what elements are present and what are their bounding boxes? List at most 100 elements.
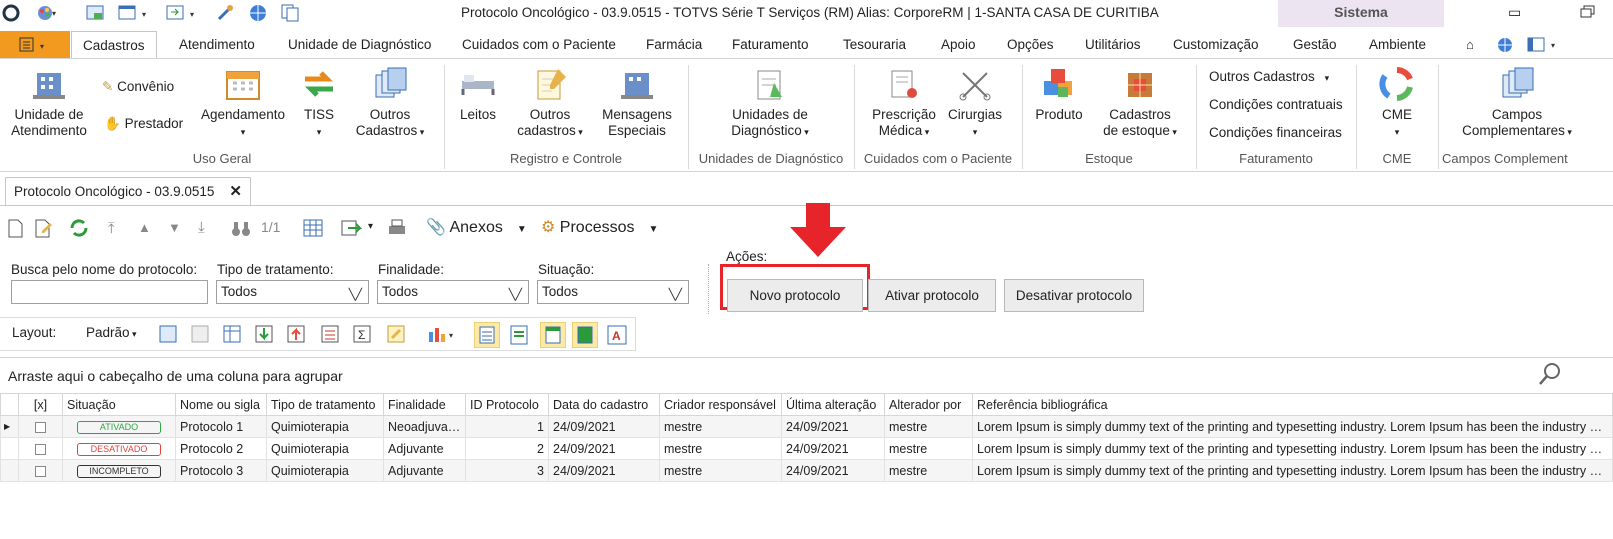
- condicoes-contratuais-button[interactable]: Condições contratuais: [1209, 97, 1343, 112]
- cirurgias-button[interactable]: Cirurgias ▾: [944, 67, 1006, 140]
- first-record-icon[interactable]: ⤒: [108, 220, 115, 237]
- cme-button[interactable]: CME ▾: [1366, 67, 1428, 140]
- desativar-protocolo-button[interactable]: Desativar protocolo: [1004, 279, 1144, 312]
- next-record-icon[interactable]: ▼: [168, 220, 181, 235]
- save-layout-icon[interactable]: [158, 324, 178, 344]
- tab-farmacia[interactable]: Farmácia: [646, 31, 702, 59]
- table-row[interactable]: INCOMPLETO Protocolo 3 Quimioterapia Adj…: [0, 459, 1613, 482]
- produto-button[interactable]: Produto: [1030, 67, 1088, 123]
- application-menu-button[interactable]: ▾: [0, 31, 70, 59]
- window-options-icon[interactable]: ▾: [1527, 37, 1561, 53]
- binoculars-icon[interactable]: [230, 217, 252, 239]
- outros-cadastros-menu[interactable]: Outros Cadastros ▾: [1209, 69, 1329, 84]
- refresh-icon[interactable]: [68, 217, 90, 239]
- anexos-button[interactable]: 📎 Anexos ▼: [426, 217, 527, 237]
- tab-atendimento[interactable]: Atendimento: [179, 31, 255, 59]
- outros-cadastros2-button[interactable]: Outros cadastros ▾: [510, 67, 590, 140]
- tab-cadastros[interactable]: Cadastros: [71, 31, 157, 59]
- tab-utilitarios[interactable]: Utilitários: [1085, 31, 1141, 59]
- palette-icon[interactable]: ▾: [36, 4, 58, 22]
- export-dropdown-icon[interactable]: ▾: [368, 221, 373, 232]
- campos-complementares-button[interactable]: Campos Complementares ▾: [1456, 67, 1578, 140]
- cadastros-estoque-button[interactable]: Cadastros de estoque ▾: [1096, 67, 1184, 140]
- tab-opcoes[interactable]: Opções: [1007, 31, 1054, 59]
- grid-lines-toggle-icon[interactable]: [474, 322, 500, 348]
- filter-rows-icon[interactable]: [320, 324, 340, 344]
- row-checkbox-cell[interactable]: [18, 459, 63, 482]
- col-header-alterador[interactable]: Alterador por: [884, 393, 973, 416]
- font-style-icon[interactable]: A: [606, 324, 628, 346]
- novo-protocolo-button[interactable]: Novo protocolo: [727, 279, 863, 312]
- row-checkbox[interactable]: [35, 465, 46, 477]
- row-checkbox[interactable]: [35, 443, 46, 455]
- col-header-tipo[interactable]: Tipo de tratamento: [266, 393, 384, 416]
- group-panel-icon[interactable]: [508, 324, 530, 346]
- tab-cuidados-paciente[interactable]: Cuidados com o Paciente: [462, 31, 616, 59]
- tab-tesouraria[interactable]: Tesouraria: [843, 31, 906, 59]
- finalidade-select[interactable]: Todos ╲╱: [377, 280, 529, 304]
- globe-icon[interactable]: [248, 3, 268, 23]
- unidade-atendimento-button[interactable]: Unidade de Atendimento: [8, 67, 90, 139]
- columns-icon[interactable]: [222, 324, 242, 344]
- new-document-icon[interactable]: [4, 217, 26, 239]
- col-header-id[interactable]: ID Protocolo: [465, 393, 549, 416]
- table-row[interactable]: DESATIVADO Protocolo 2 Quimioterapia Adj…: [0, 437, 1613, 460]
- delete-layout-icon[interactable]: [190, 324, 210, 344]
- edit-document-icon[interactable]: [32, 217, 54, 239]
- leitos-button[interactable]: Leitos: [456, 67, 500, 123]
- convenio-button[interactable]: ✎ Convênio: [102, 79, 174, 95]
- chart-icon[interactable]: ▾: [426, 324, 460, 344]
- tab-ambiente[interactable]: Ambiente: [1369, 31, 1426, 59]
- print-icon[interactable]: [386, 217, 408, 239]
- prescricao-medica-button[interactable]: Prescrição Médica ▾: [868, 67, 940, 140]
- tab-gestao[interactable]: Gestão: [1293, 31, 1337, 59]
- condicoes-financeiras-button[interactable]: Condições financeiras: [1209, 125, 1342, 140]
- col-header-ultima-alteracao[interactable]: Última alteração: [781, 393, 885, 416]
- col-header-select[interactable]: [x]: [18, 393, 63, 416]
- import-layout-icon[interactable]: [254, 324, 274, 344]
- row-checkbox[interactable]: [35, 421, 46, 433]
- tipo-tratamento-select[interactable]: Todos ╲╱: [216, 280, 369, 304]
- previous-record-icon[interactable]: ▲: [138, 220, 151, 235]
- col-header-referencia[interactable]: Referência bibliográfica: [972, 393, 1613, 416]
- tools-icon[interactable]: [216, 4, 238, 22]
- tiss-button[interactable]: TISS ▾: [300, 67, 338, 140]
- sum-icon[interactable]: Σ: [352, 324, 372, 344]
- help-globe-icon[interactable]: [1496, 36, 1514, 54]
- col-header-data-cadastro[interactable]: Data do cadastro: [548, 393, 660, 416]
- processos-button[interactable]: ⚙ Processos ▼: [541, 217, 658, 237]
- unidades-diagnostico-button[interactable]: Unidades de Diagnóstico ▾: [720, 67, 820, 140]
- tab-faturamento[interactable]: Faturamento: [732, 31, 809, 59]
- prestador-button[interactable]: ✋ Prestador: [104, 116, 183, 132]
- grid-view-icon[interactable]: [302, 217, 324, 239]
- copy-window-icon[interactable]: [280, 3, 302, 23]
- tab-customizacao[interactable]: Customização: [1173, 31, 1259, 59]
- window-layout-icon[interactable]: ▾: [118, 4, 152, 22]
- col-header-finalidade[interactable]: Finalidade: [383, 393, 466, 416]
- export-icon[interactable]: ▾: [166, 4, 200, 22]
- table-row[interactable]: ▶ ATIVADO Protocolo 1 Quimioterapia Neoa…: [0, 415, 1613, 438]
- col-header-nome[interactable]: Nome ou sigla: [175, 393, 267, 416]
- highlight-icon[interactable]: [386, 324, 406, 344]
- close-tab-icon[interactable]: ✕: [229, 178, 242, 205]
- search-icon[interactable]: [1537, 361, 1563, 387]
- footer-toggle-icon[interactable]: [572, 322, 598, 348]
- collapse-ribbon-icon[interactable]: ⌂: [1466, 37, 1474, 52]
- tab-apoio[interactable]: Apoio: [941, 31, 976, 59]
- padrao-dropdown[interactable]: Padrão ▾: [86, 325, 137, 340]
- last-record-icon[interactable]: ⤓: [198, 219, 205, 236]
- minimize-icon[interactable]: ▭: [1508, 4, 1521, 21]
- row-checkbox-cell[interactable]: [18, 415, 63, 438]
- agendamento-button[interactable]: Agendamento ▾: [198, 67, 288, 140]
- export-layout-icon[interactable]: [286, 324, 306, 344]
- tab-unidade-diagnostico[interactable]: Unidade de Diagnóstico: [288, 31, 431, 59]
- situacao-select[interactable]: Todos ╲╱: [537, 280, 689, 304]
- col-header-situacao[interactable]: Situação: [62, 393, 176, 416]
- ativar-protocolo-button[interactable]: Ativar protocolo: [868, 279, 996, 312]
- col-header-criador[interactable]: Criador responsável: [659, 393, 782, 416]
- outros-cadastros-button[interactable]: Outros Cadastros ▾: [350, 67, 430, 140]
- restore-icon[interactable]: [1580, 5, 1596, 19]
- group-by-area[interactable]: Arraste aqui o cabeçalho de uma coluna p…: [0, 357, 1613, 393]
- auto-filter-toggle-icon[interactable]: [540, 322, 566, 348]
- document-tab[interactable]: Protocolo Oncológico - 03.9.0515 ✕: [5, 177, 251, 205]
